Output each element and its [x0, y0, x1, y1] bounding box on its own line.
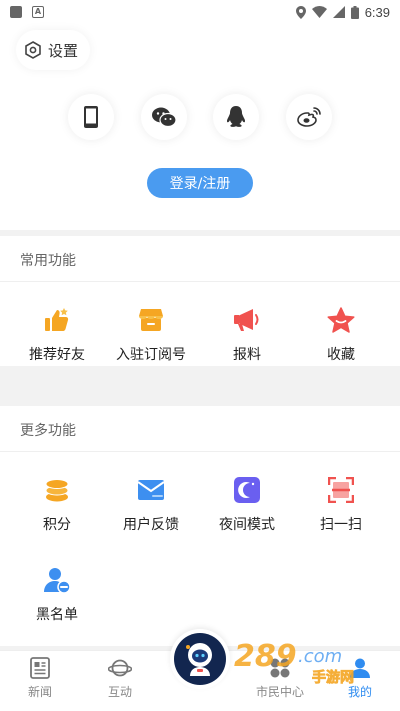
signal-icon — [332, 6, 345, 18]
status-bar: A 6:39 — [0, 0, 400, 24]
favorites-item[interactable]: 收藏 — [296, 306, 386, 364]
news-icon — [30, 657, 50, 679]
svg-text:289: 289 — [234, 639, 297, 674]
scan-icon — [328, 477, 354, 503]
phone-icon — [84, 106, 98, 128]
func-label: 用户反馈 — [123, 517, 179, 533]
qq-login-button[interactable] — [213, 94, 259, 140]
func-label: 积分 — [43, 517, 71, 533]
feedback-item[interactable]: 用户反馈 — [106, 476, 196, 534]
profile-header: 设置 登录/注册 — [0, 24, 400, 230]
wechat-icon — [152, 107, 176, 127]
mail-icon — [137, 480, 165, 500]
watermark-logo: 289 .com 手游网 — [232, 630, 382, 690]
tip-off-item[interactable]: 报料 — [202, 306, 292, 364]
weibo-login-button[interactable] — [286, 94, 332, 140]
login-register-button[interactable]: 登录/注册 — [147, 168, 253, 198]
func-label: 推荐好友 — [29, 347, 85, 363]
svg-text:手游网: 手游网 — [312, 669, 354, 686]
coins-icon — [45, 479, 69, 502]
section-title: 常用功能 — [20, 253, 76, 269]
center-mascot-button[interactable] — [170, 629, 230, 689]
block-user-icon — [44, 568, 70, 593]
settings-button[interactable]: 设置 — [16, 30, 91, 70]
planet-icon — [108, 659, 132, 677]
scan-item[interactable]: 扫一扫 — [296, 476, 386, 534]
tab-label: 互动 — [107, 685, 132, 699]
app-notification-icon: A — [32, 6, 44, 18]
common-functions-section: 常用功能 推荐好友 入驻订阅号 报料 收藏 — [0, 236, 400, 366]
func-label: 报料 — [233, 347, 261, 363]
divider — [0, 281, 400, 282]
wifi-icon — [311, 6, 327, 18]
astronaut-icon — [186, 643, 212, 676]
tab-label: 新闻 — [27, 685, 52, 699]
location-icon — [295, 5, 306, 19]
section-title: 更多功能 — [20, 423, 76, 439]
login-methods — [0, 94, 400, 144]
blacklist-item[interactable]: 黑名单 — [12, 566, 102, 624]
points-item[interactable]: 积分 — [12, 476, 102, 534]
recommend-friends-item[interactable]: 推荐好友 — [12, 306, 102, 364]
qq-icon — [226, 106, 246, 127]
weibo-icon — [297, 107, 321, 127]
more-functions-section: 更多功能 积分 用户反馈 夜间模式 扫一扫 黑名单 — [0, 406, 400, 646]
svg-text:.com: .com — [298, 646, 342, 667]
moon-icon — [234, 477, 260, 503]
store-icon — [139, 309, 163, 331]
subscribe-account-item[interactable]: 入驻订阅号 — [106, 306, 196, 364]
phone-login-button[interactable] — [68, 94, 114, 140]
megaphone-icon — [234, 309, 259, 331]
divider — [0, 451, 400, 452]
settings-label: 设置 — [48, 41, 79, 60]
battery-icon — [350, 5, 359, 19]
tab-news[interactable]: 新闻 — [10, 657, 70, 700]
notification-icon — [10, 6, 22, 18]
thumbs-up-icon — [45, 308, 69, 331]
wechat-login-button[interactable] — [141, 94, 187, 140]
func-label: 扫一扫 — [320, 517, 362, 533]
clock: 6:39 — [364, 4, 390, 20]
settings-icon — [25, 41, 41, 59]
star-icon — [327, 306, 355, 333]
func-label: 黑名单 — [36, 607, 78, 623]
func-label: 入驻订阅号 — [116, 347, 186, 363]
func-label: 收藏 — [327, 347, 355, 363]
night-mode-item[interactable]: 夜间模式 — [202, 476, 292, 534]
func-label: 夜间模式 — [219, 517, 275, 533]
tab-interaction[interactable]: 互动 — [90, 657, 150, 700]
